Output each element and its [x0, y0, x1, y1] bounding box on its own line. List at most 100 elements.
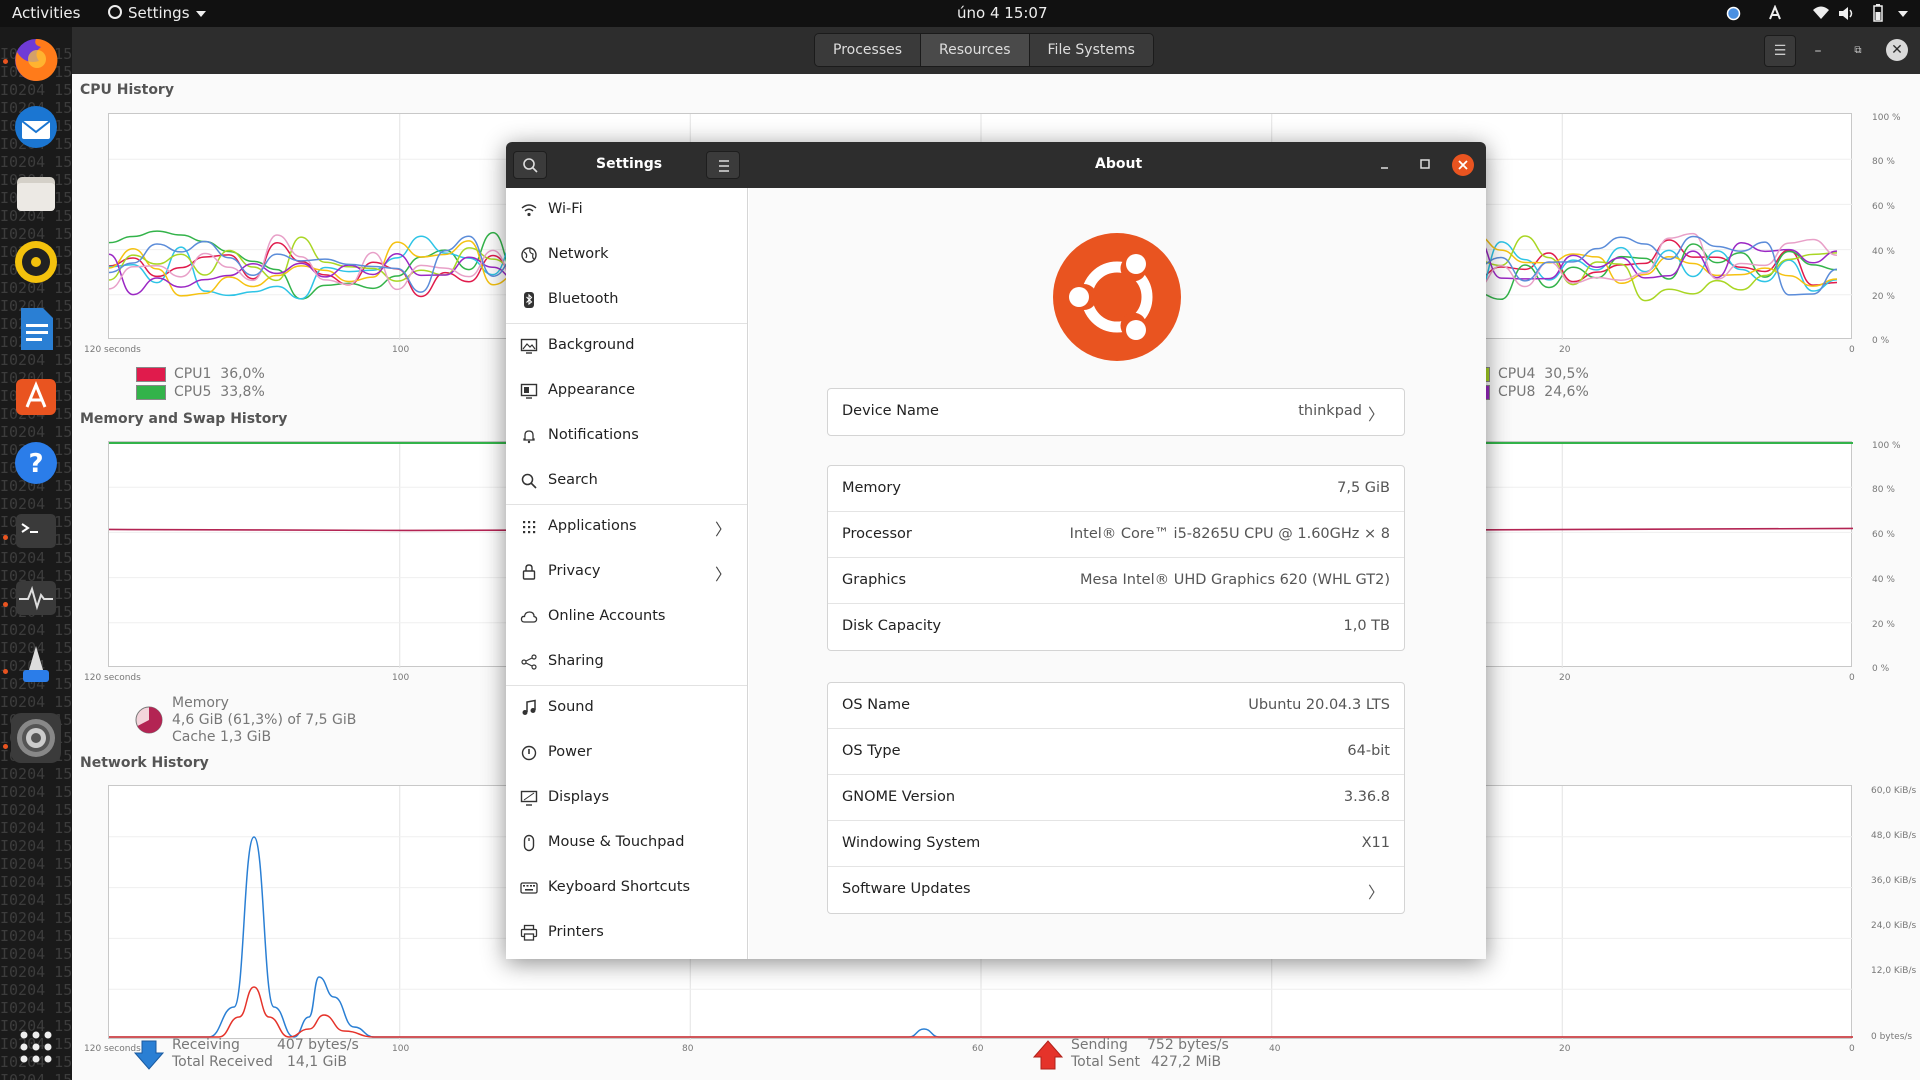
sidebar-item-notifications[interactable]: Notifications: [506, 414, 747, 459]
sidebar-item-applications[interactable]: Applications 〉: [506, 505, 747, 550]
cpu8-legend[interactable]: CPU8 24,6%: [1472, 384, 1589, 400]
sidebar-item-mouse-touchpad[interactable]: Mouse & Touchpad: [506, 821, 747, 866]
receiving-value: 407 bytes/s: [277, 1037, 359, 1053]
cpu1-value: 36,0%: [220, 366, 265, 382]
sidebar-item-sound[interactable]: Sound: [506, 686, 747, 731]
wifi-status-icon[interactable]: [1812, 6, 1830, 24]
memory-row: Memory 7,5 GiB: [828, 466, 1404, 512]
software-center-icon[interactable]: [11, 371, 61, 421]
sidebar-item-appearance[interactable]: Appearance: [506, 369, 747, 414]
close-icon[interactable]: ✕: [1886, 39, 1908, 61]
appearance-icon: [520, 383, 538, 399]
sidebar-item-displays[interactable]: Displays: [506, 776, 747, 821]
minimize-icon[interactable]: –: [1806, 39, 1830, 63]
share-icon: [521, 654, 537, 670]
rhythmbox-icon[interactable]: [11, 237, 61, 287]
memory-pie-icon[interactable]: [134, 705, 164, 739]
gnome-version-label: GNOME Version: [842, 789, 956, 805]
sidebar-item-online-accounts[interactable]: Online Accounts: [506, 595, 747, 640]
cpu-ytick: 100 %: [1872, 113, 1901, 123]
close-icon: [1458, 160, 1468, 170]
settings-app-icon[interactable]: [11, 713, 61, 763]
view-switcher: Processes Resources File Systems: [814, 33, 1154, 67]
memory-label: Memory: [842, 480, 901, 496]
clock[interactable]: úno 4 15:07: [957, 4, 1048, 22]
software-updates-row[interactable]: Software Updates 〉: [828, 867, 1404, 913]
activities-button[interactable]: Activities: [12, 4, 80, 22]
cpu4-legend[interactable]: CPU4 30,5%: [1472, 366, 1589, 382]
sidebar-item-sharing[interactable]: Sharing: [506, 640, 747, 685]
memory-legend: Memory 4,6 GiB (61,3%) of 7,5 GiB Cache …: [172, 695, 356, 746]
tab-resources[interactable]: Resources: [921, 34, 1030, 66]
sidebar-item-background[interactable]: Background: [506, 324, 747, 369]
sidebar-item-label: Mouse & Touchpad: [548, 834, 685, 850]
keyboard-icon: [520, 882, 538, 894]
receiving-label: Receiving: [172, 1037, 240, 1053]
mem-ytick: 100 %: [1872, 441, 1901, 451]
net-xtick: 100: [392, 1044, 410, 1054]
sidebar-item-label: Bluetooth: [548, 291, 619, 307]
wifi-icon: [521, 204, 537, 217]
page-title: About: [1095, 156, 1143, 172]
app-menu[interactable]: Settings: [108, 4, 206, 22]
cpu5-color-swatch[interactable]: [136, 384, 166, 400]
tab-processes[interactable]: Processes: [815, 34, 922, 66]
display-icon: [520, 790, 538, 806]
terminal-icon[interactable]: [11, 506, 61, 556]
device-name-row[interactable]: Device Name thinkpad 〉: [828, 389, 1404, 435]
system-menu-arrow-icon[interactable]: [1892, 4, 1908, 22]
receiving-arrow-icon[interactable]: [133, 1039, 165, 1075]
system-monitor-icon[interactable]: [11, 573, 61, 623]
battery-icon[interactable]: [1873, 4, 1883, 26]
hamburger-menu-icon[interactable]: ☰: [1764, 35, 1796, 67]
svg-text:?: ?: [28, 449, 43, 479]
volume-icon[interactable]: [1838, 6, 1856, 25]
tab-file-systems[interactable]: File Systems: [1029, 34, 1153, 66]
libreoffice-writer-icon[interactable]: [11, 304, 61, 354]
keyboard-indicator-icon[interactable]: [1767, 4, 1783, 25]
files-icon[interactable]: [11, 169, 61, 219]
sidebar-item-keyboard-shortcuts[interactable]: Keyboard Shortcuts: [506, 866, 747, 911]
show-applications-icon[interactable]: [19, 1030, 53, 1068]
firefox-icon[interactable]: [11, 35, 61, 85]
dock: I0204 15 I0204 15 I0204 15 I0204 15 I020…: [0, 27, 72, 1080]
sidebar-item-power[interactable]: Power: [506, 731, 747, 776]
thunderbird-icon[interactable]: [11, 102, 61, 152]
gear-icon: [108, 5, 122, 19]
cpu-xtick: 20: [1559, 345, 1571, 355]
settings-sidebar-title: Settings: [596, 156, 663, 172]
music-note-icon: [522, 699, 536, 715]
sidebar-item-search[interactable]: Search: [506, 459, 747, 504]
cpu1-legend[interactable]: CPU1 36,0%: [136, 366, 265, 382]
sidebar-item-privacy[interactable]: Privacy 〉: [506, 550, 747, 595]
sidebar-item-wifi[interactable]: Wi-Fi: [506, 188, 747, 233]
maximize-button[interactable]: [1417, 156, 1433, 172]
gnome-version-value: 3.36.8: [1343, 789, 1390, 805]
os-name-value: Ubuntu 20.04.3 LTS: [1248, 697, 1390, 713]
cpu-xtick: 120 seconds: [84, 345, 141, 355]
restore-icon[interactable]: ⧉: [1846, 39, 1870, 63]
running-indicator: [3, 669, 8, 674]
mem-xtick: 20: [1559, 673, 1571, 683]
net-xtick: 60: [972, 1044, 984, 1054]
indicator-icon[interactable]: [1726, 6, 1741, 25]
cpu5-legend[interactable]: CPU5 33,8%: [136, 384, 265, 400]
sending-arrow-icon[interactable]: [1032, 1039, 1064, 1075]
settings-menu-button[interactable]: [706, 151, 740, 179]
power-icon: [521, 745, 537, 761]
help-icon[interactable]: ?: [11, 438, 61, 488]
net-ytick: 60,0 KiB/s: [1871, 786, 1917, 796]
graphics-label: Graphics: [842, 572, 907, 588]
receiving-legend: Receiving 407 bytes/s Total Received 14,1 …: [172, 1037, 359, 1071]
system-monitor-headerbar: Processes Resources File Systems ☰ – ⧉ ✕: [72, 27, 1920, 74]
screenshot-tool-icon[interactable]: [11, 640, 61, 690]
search-button[interactable]: [513, 151, 547, 179]
sidebar-item-printers[interactable]: Printers: [506, 911, 747, 956]
sidebar-item-network[interactable]: Network: [506, 233, 747, 278]
cpu1-color-swatch[interactable]: [136, 366, 166, 382]
sidebar-item-bluetooth[interactable]: Bluetooth: [506, 278, 747, 323]
minimize-button[interactable]: [1377, 156, 1393, 172]
close-button[interactable]: [1452, 154, 1474, 176]
windowing-system-row: Windowing System X11: [828, 821, 1404, 867]
os-type-row: OS Type 64-bit: [828, 729, 1404, 775]
